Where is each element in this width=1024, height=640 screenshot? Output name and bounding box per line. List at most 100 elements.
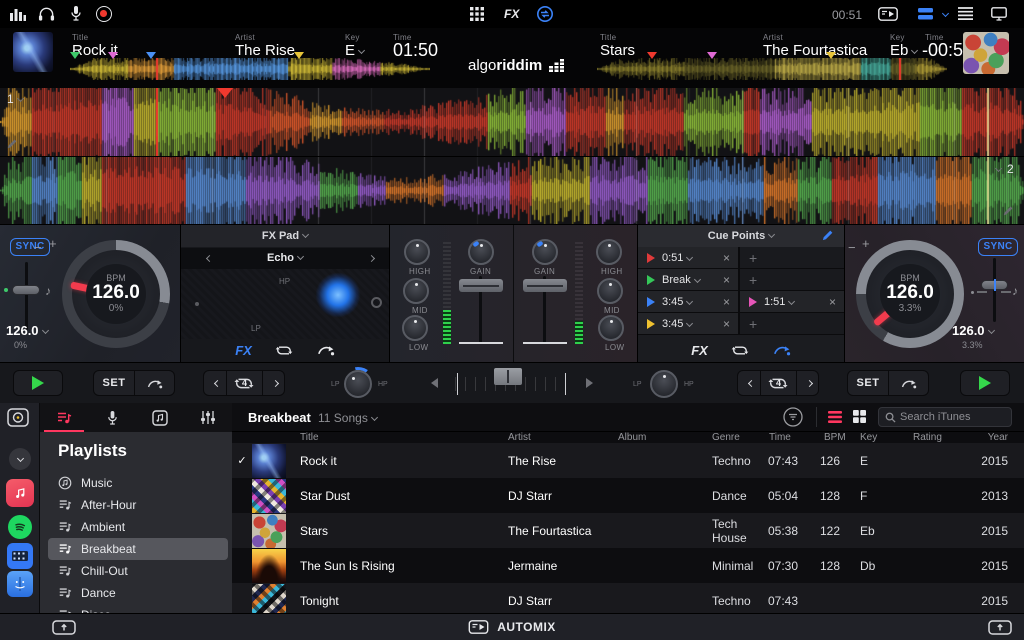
- collapse-chevron-icon[interactable]: [9, 448, 31, 470]
- deck2-loop-button[interactable]: 4: [760, 371, 795, 395]
- finder-source-icon[interactable]: [7, 571, 33, 597]
- fx-toggle-button[interactable]: FX: [691, 343, 708, 358]
- cue-marker-green[interactable]: [70, 52, 80, 59]
- deck2-track-overview-waveform[interactable]: [597, 58, 947, 80]
- deck2-jog-dial[interactable]: BPM 126.0 3.3%: [856, 240, 964, 348]
- loop-icon[interactable]: [274, 343, 294, 358]
- deck2-edit-pencil-icon[interactable]: [1002, 205, 1014, 217]
- automix-button[interactable]: AUTOMIX: [497, 620, 556, 634]
- fx-toggle-button[interactable]: FX: [235, 343, 252, 358]
- deck2-set-button[interactable]: SET: [848, 371, 888, 395]
- deck1-jog-dial[interactable]: BPM 126.0 0%: [62, 240, 170, 348]
- cue-add-slot[interactable]: +: [740, 247, 844, 268]
- col-key[interactable]: Key: [860, 432, 912, 443]
- cue-slot[interactable]: Break×: [638, 269, 740, 290]
- deck1-filter-knob[interactable]: [344, 370, 372, 398]
- sidebar-item-ambient[interactable]: Ambient: [48, 516, 228, 538]
- col-time[interactable]: Time: [768, 432, 820, 443]
- cue-marker-pink[interactable]: [707, 52, 717, 59]
- deck1-waveform-strip[interactable]: 1: [0, 88, 1024, 157]
- deck2-sync-button[interactable]: SYNC: [978, 238, 1018, 256]
- sidebar-item-music[interactable]: Music: [48, 472, 228, 494]
- ch1-mid-knob[interactable]: [403, 278, 429, 304]
- cue-marker-yellow[interactable]: [826, 52, 836, 59]
- deck1-waveform-canvas[interactable]: [0, 88, 1024, 156]
- video-source-icon[interactable]: [7, 543, 33, 569]
- cue-add-slot[interactable]: +: [740, 313, 844, 334]
- fx-effect-selector[interactable]: Echo: [181, 248, 389, 269]
- table-row[interactable]: Star Dust DJ Starr Dance 05:04 128 F 201…: [232, 478, 1024, 513]
- chevron-down-icon[interactable]: [995, 165, 1002, 172]
- deck1-key-selector[interactable]: E: [345, 42, 364, 59]
- deck1-play-button[interactable]: [13, 370, 63, 396]
- eject-deck1-icon[interactable]: [52, 620, 76, 635]
- sidebar-item-after-hour[interactable]: After-Hour: [48, 494, 228, 516]
- ch1-gain-knob[interactable]: [468, 239, 494, 265]
- automix-toolbar-icon[interactable]: [878, 7, 898, 21]
- col-rating[interactable]: Rating: [912, 432, 975, 443]
- deck2-key-selector[interactable]: Eb: [890, 42, 917, 59]
- music-note-icon[interactable]: ♪: [1012, 284, 1018, 298]
- jump-arrow-icon[interactable]: [316, 343, 335, 357]
- list-view-icon[interactable]: [828, 411, 842, 423]
- deck2-waveform-strip[interactable]: 2: [0, 157, 1024, 225]
- cue-marker-red[interactable]: [647, 52, 657, 59]
- cue-points-selector[interactable]: Cue Points: [638, 225, 844, 247]
- sidebar-item-disco[interactable]: Disco: [48, 604, 228, 613]
- cue-marker-blue[interactable]: [146, 52, 156, 59]
- record-icon[interactable]: [96, 6, 112, 22]
- cue-delete-icon[interactable]: ×: [723, 251, 730, 265]
- deck2-pitch-minus[interactable]: −: [848, 240, 856, 255]
- deck1-pitch-minus[interactable]: −: [34, 240, 42, 255]
- eject-deck2-icon[interactable]: [988, 620, 1012, 635]
- filter-icon[interactable]: [783, 407, 803, 427]
- sidebar-item-breakbeat[interactable]: Breakbeat: [48, 538, 228, 560]
- col-year[interactable]: Year: [975, 432, 1024, 443]
- cue-slot[interactable]: 1:51×: [740, 291, 844, 312]
- deck1-pitch-slider[interactable]: [25, 262, 28, 330]
- deck2-pitch-handle[interactable]: [981, 280, 1008, 290]
- cue-edit-pencil-icon[interactable]: [821, 229, 834, 242]
- cue-slot[interactable]: 3:45×: [638, 291, 740, 312]
- cue-add-slot[interactable]: +: [740, 269, 844, 290]
- cue-delete-icon[interactable]: ×: [723, 295, 730, 309]
- fx-xy-pad[interactable]: HP LP: [181, 269, 389, 339]
- headphones-icon[interactable]: [38, 6, 55, 22]
- cue-delete-icon[interactable]: ×: [723, 273, 730, 287]
- cue-marker-pink[interactable]: [108, 52, 118, 59]
- display-icon[interactable]: [991, 7, 1007, 21]
- music-note-icon[interactable]: ♪: [45, 284, 51, 298]
- deck1-sync-button[interactable]: SYNC: [10, 238, 50, 256]
- collection-count[interactable]: 11 Songs: [318, 411, 377, 425]
- cue-delete-icon[interactable]: ×: [829, 295, 836, 309]
- tab-midi[interactable]: [184, 403, 232, 432]
- deck1-loop-double-button[interactable]: [262, 371, 284, 395]
- microphone-icon[interactable]: [69, 5, 83, 22]
- chevron-down-icon[interactable]: [17, 95, 24, 102]
- col-title[interactable]: Title: [290, 432, 508, 443]
- deck1-jump-button[interactable]: [134, 371, 174, 395]
- col-artist[interactable]: Artist: [508, 432, 618, 443]
- ch1-high-knob[interactable]: [404, 239, 430, 265]
- deck1-pitch-handle[interactable]: [12, 285, 40, 295]
- deck2-bpm-value[interactable]: 126.0: [952, 323, 994, 338]
- sidebar-item-dance[interactable]: Dance: [48, 582, 228, 604]
- tab-playlists[interactable]: [40, 403, 88, 432]
- cue-slot[interactable]: 3:45×: [638, 313, 740, 334]
- itunes-source-icon[interactable]: [6, 479, 34, 507]
- sync-mode-icon[interactable]: [536, 5, 554, 23]
- deck2-loop-double-button[interactable]: [796, 371, 818, 395]
- deck2-loop-halve-button[interactable]: [738, 371, 760, 395]
- deck2-waveform-canvas[interactable]: [0, 157, 1024, 224]
- table-header[interactable]: Title Artist Album Genre Time BPM Key Ra…: [232, 432, 1024, 443]
- spotify-source-icon[interactable]: [8, 515, 32, 539]
- ch2-gain-knob[interactable]: [532, 239, 558, 265]
- tab-microphone[interactable]: [88, 403, 136, 432]
- table-row[interactable]: Stars The Fourtastica Tech House 05:38 1…: [232, 513, 1024, 548]
- deck2-jump-button[interactable]: [888, 371, 928, 395]
- search-field[interactable]: [878, 407, 1012, 427]
- loop-icon[interactable]: [730, 343, 750, 358]
- layout-chevron-icon[interactable]: [942, 10, 949, 17]
- tab-sampler[interactable]: [136, 403, 184, 432]
- ch1-low-knob[interactable]: [402, 315, 428, 341]
